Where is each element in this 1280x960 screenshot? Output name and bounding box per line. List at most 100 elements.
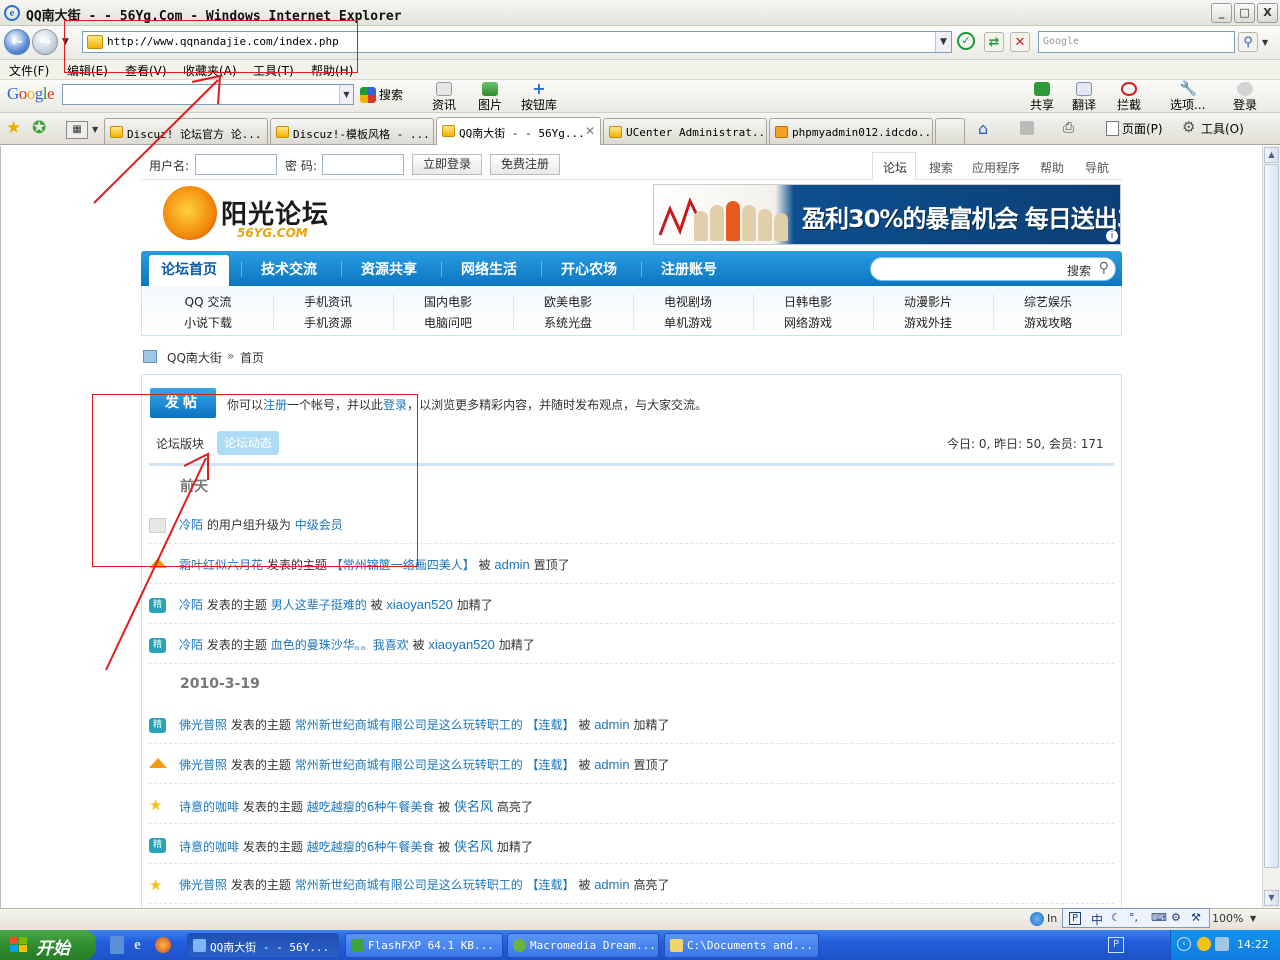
close-button[interactable]: X bbox=[1257, 3, 1278, 23]
taskbar-item-dreamweaver[interactable]: Macromedia Dream... bbox=[507, 933, 659, 958]
minimize-button[interactable]: _ bbox=[1211, 3, 1232, 23]
tab-qqnandajie[interactable]: QQ南大街 - - 56Yg... ✕ bbox=[436, 117, 601, 145]
stop-icon[interactable]: ✕ bbox=[1010, 32, 1030, 52]
menu-file[interactable]: 文件(F) bbox=[9, 62, 49, 79]
taskbar-item-flashfxp[interactable]: FlashFXP 64.1 KB... bbox=[345, 933, 503, 958]
login-button[interactable]: 立即登录 bbox=[412, 154, 482, 175]
nav-farm[interactable]: 开心农场 bbox=[561, 259, 617, 279]
register-button[interactable]: 免费注册 bbox=[490, 154, 560, 175]
home-icon[interactable] bbox=[143, 350, 157, 363]
subnav-item[interactable]: QQ 交流 bbox=[148, 293, 268, 310]
zoom-dropdown-icon[interactable]: ▼ bbox=[1250, 914, 1256, 923]
top-link-search[interactable]: 搜索 bbox=[929, 159, 953, 176]
scroll-down-icon[interactable]: ▼ bbox=[1264, 890, 1279, 906]
subnav-item[interactable]: 网络游戏 bbox=[748, 314, 868, 331]
activity-user-link[interactable]: 佛光普照 bbox=[179, 878, 227, 892]
quicklaunch-qq-icon[interactable] bbox=[110, 936, 124, 954]
start-button[interactable]: 开始 bbox=[0, 930, 96, 960]
maximize-button[interactable]: □ bbox=[1234, 3, 1255, 23]
home-icon[interactable]: ⌂ bbox=[978, 119, 988, 138]
top-link-help[interactable]: 帮助 bbox=[1040, 159, 1064, 176]
subnav-item[interactable]: 欧美电影 bbox=[508, 293, 628, 310]
activity-moderator-link[interactable]: admin bbox=[594, 877, 629, 892]
subnav-item[interactable]: 电脑问吧 bbox=[388, 314, 508, 331]
activity-user-link[interactable]: 诗意的咖啡 bbox=[179, 840, 239, 854]
activity-topic-link[interactable]: 常州新世纪商城有限公司是这么玩转职工的 【连载】 bbox=[295, 758, 575, 772]
toolbar-news[interactable]: 资讯 bbox=[432, 80, 456, 113]
search-dropdown-icon[interactable]: ▼ bbox=[1262, 38, 1268, 47]
top-link-apps[interactable]: 应用程序 bbox=[972, 159, 1020, 176]
vertical-scrollbar[interactable]: ▲ ▼ bbox=[1262, 146, 1280, 908]
activity-user-link[interactable]: 诗意的咖啡 bbox=[179, 800, 239, 814]
back-button[interactable]: ← bbox=[4, 29, 30, 55]
taskbar-item-explorer[interactable]: C:\Documents and... bbox=[664, 933, 819, 958]
activity-moderator-link[interactable]: xiaoyan520 bbox=[386, 597, 453, 612]
ime-punct-icon[interactable]: °, bbox=[1129, 911, 1138, 924]
ime-keyboard-icon[interactable]: ⌨ bbox=[1151, 911, 1167, 924]
toolbar-options[interactable]: 🔧 选项... bbox=[1170, 80, 1205, 113]
tray-qq-icon[interactable] bbox=[1197, 937, 1211, 951]
google-search-input[interactable]: ▼ bbox=[62, 84, 354, 105]
quick-tabs-icon[interactable]: ▦ bbox=[66, 121, 88, 139]
nav-search-input[interactable]: 搜索 ⚲ bbox=[870, 257, 1116, 281]
top-link-nav[interactable]: 导航 bbox=[1085, 159, 1109, 176]
nav-resources[interactable]: 资源共享 bbox=[361, 259, 417, 279]
username-input[interactable] bbox=[195, 154, 277, 175]
refresh-icon[interactable]: ⇄ bbox=[984, 32, 1004, 52]
activity-moderator-link[interactable]: 侠名风 bbox=[454, 799, 493, 814]
tab-ucenter[interactable]: UCenter Administrat... bbox=[603, 118, 767, 144]
address-dropdown-icon[interactable]: ▼ bbox=[935, 32, 951, 52]
subnav-item[interactable]: 单机游戏 bbox=[628, 314, 748, 331]
subnav-item[interactable]: 国内电影 bbox=[388, 293, 508, 310]
toolbar-signin[interactable]: 登录 bbox=[1233, 80, 1257, 113]
forward-button[interactable]: → bbox=[32, 29, 58, 55]
activity-topic-link[interactable]: 越吃越瘦的6种午餐美食 bbox=[307, 840, 435, 854]
toolbar-block[interactable]: 拦截 bbox=[1117, 80, 1141, 113]
page-menu[interactable]: 页面(P) bbox=[1122, 120, 1163, 137]
search-icon[interactable]: ⚲ bbox=[1238, 32, 1258, 52]
scroll-up-icon[interactable]: ▲ bbox=[1264, 147, 1279, 163]
ime-mode[interactable]: 中 bbox=[1091, 911, 1103, 928]
ad-banner[interactable]: 盈利30%的暴富机会 每日送出3只潜力股 i bbox=[653, 184, 1121, 245]
tray-network-icon[interactable] bbox=[1215, 937, 1229, 951]
subnav-item[interactable]: 游戏外挂 bbox=[868, 314, 988, 331]
tab-list-dropdown-icon[interactable]: ▼ bbox=[92, 125, 98, 134]
activity-moderator-link[interactable]: xiaoyan520 bbox=[428, 637, 495, 652]
subnav-item[interactable]: 小说下载 bbox=[148, 314, 268, 331]
taskbar-ime-icon[interactable]: P bbox=[1108, 937, 1124, 953]
zoom-level[interactable]: 100% bbox=[1212, 912, 1243, 925]
toolbar-share[interactable]: 共享 bbox=[1030, 80, 1054, 113]
nav-home[interactable]: 论坛首页 bbox=[161, 259, 217, 279]
subnav-item[interactable]: 日韩电影 bbox=[748, 293, 868, 310]
quicklaunch-ie-icon[interactable]: e bbox=[134, 937, 141, 954]
activity-user-link[interactable]: 冷陌 bbox=[179, 638, 203, 652]
security-shield-icon[interactable]: ✓ bbox=[957, 32, 975, 50]
ime-tools-icon[interactable]: ⚙ bbox=[1171, 911, 1181, 924]
toolbar-images[interactable]: 图片 bbox=[478, 80, 502, 113]
search-input[interactable]: Google bbox=[1038, 31, 1235, 53]
activity-moderator-link[interactable]: admin bbox=[594, 717, 629, 732]
feeds-icon[interactable] bbox=[1020, 121, 1034, 135]
add-favorites-icon[interactable]: ✪ bbox=[32, 118, 46, 138]
activity-user-link[interactable]: 冷陌 bbox=[179, 598, 203, 612]
print-icon[interactable]: ⎙ bbox=[1063, 120, 1074, 136]
password-input[interactable] bbox=[322, 154, 404, 175]
google-search-dropdown-icon[interactable]: ▼ bbox=[339, 85, 353, 104]
ime-bar[interactable]: P 中 ☾ °, ⌨ ⚙ ⚒ bbox=[1062, 908, 1210, 928]
subnav-item[interactable]: 手机资讯 bbox=[268, 293, 388, 310]
nav-register[interactable]: 注册账号 bbox=[661, 259, 717, 279]
activity-topic-link[interactable]: 男人这辈子挺难的 bbox=[271, 598, 367, 612]
favorites-star-icon[interactable]: ★ bbox=[6, 118, 21, 138]
activity-topic-link[interactable]: 常州新世纪商城有限公司是这么玩转职工的 【连载】 bbox=[295, 878, 575, 892]
activity-moderator-link[interactable]: 侠名风 bbox=[454, 839, 493, 854]
toolbar-translate[interactable]: 翻译 bbox=[1072, 80, 1096, 113]
tab-phpmyadmin[interactable]: phpmyadmin012.idcdo... bbox=[769, 118, 933, 144]
activity-topic-link[interactable]: 血色的曼珠沙华。。我喜欢 bbox=[271, 638, 409, 652]
activity-user-link[interactable]: 佛光普照 bbox=[179, 758, 227, 772]
google-search-button[interactable]: 搜索 bbox=[360, 86, 403, 103]
nav-search-icon[interactable]: ⚲ bbox=[1099, 260, 1109, 276]
quicklaunch-firefox-icon[interactable] bbox=[155, 937, 171, 953]
tray-expand-icon[interactable]: ‹ bbox=[1177, 937, 1191, 951]
close-tab-icon[interactable]: ✕ bbox=[585, 124, 595, 138]
subnav-item[interactable]: 手机资源 bbox=[268, 314, 388, 331]
